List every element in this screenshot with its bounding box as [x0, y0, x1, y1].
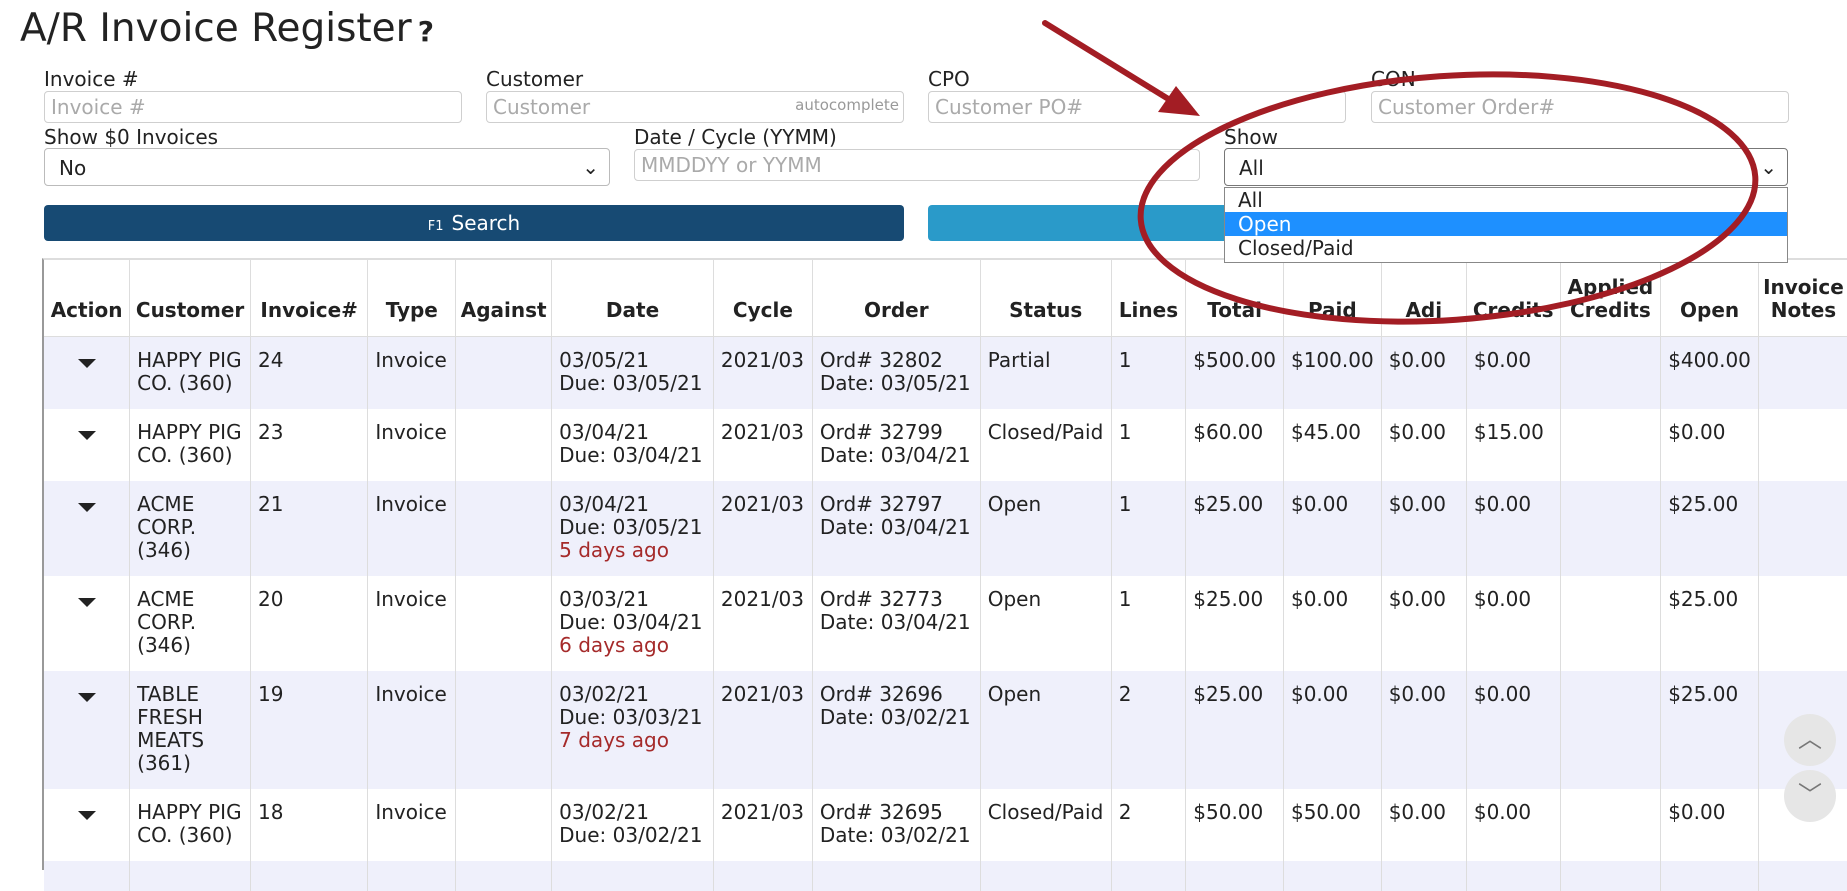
empty-cell [250, 860, 369, 891]
empty-cell [367, 860, 457, 891]
annotation-ellipse [1137, 71, 1759, 325]
empty-cell [455, 860, 553, 891]
empty-cell [1560, 860, 1662, 891]
empty-cell [713, 860, 813, 891]
empty-cell [1466, 860, 1561, 891]
empty-cell [812, 860, 981, 891]
annotation-overlay [1042, 20, 1759, 325]
empty-cell [1185, 860, 1284, 891]
empty-cell [1758, 860, 1847, 891]
empty-cell [1283, 860, 1382, 891]
empty-cell [129, 860, 252, 891]
annotation-arrow-head [1158, 86, 1200, 116]
empty-cell [1111, 860, 1187, 891]
empty-cell [44, 860, 131, 891]
empty-cell [551, 860, 714, 891]
table-row [44, 860, 1847, 891]
empty-cell [1381, 860, 1467, 891]
empty-cell [1660, 860, 1759, 891]
empty-cell [980, 860, 1112, 891]
annotation-arrow-line [1042, 20, 1173, 103]
